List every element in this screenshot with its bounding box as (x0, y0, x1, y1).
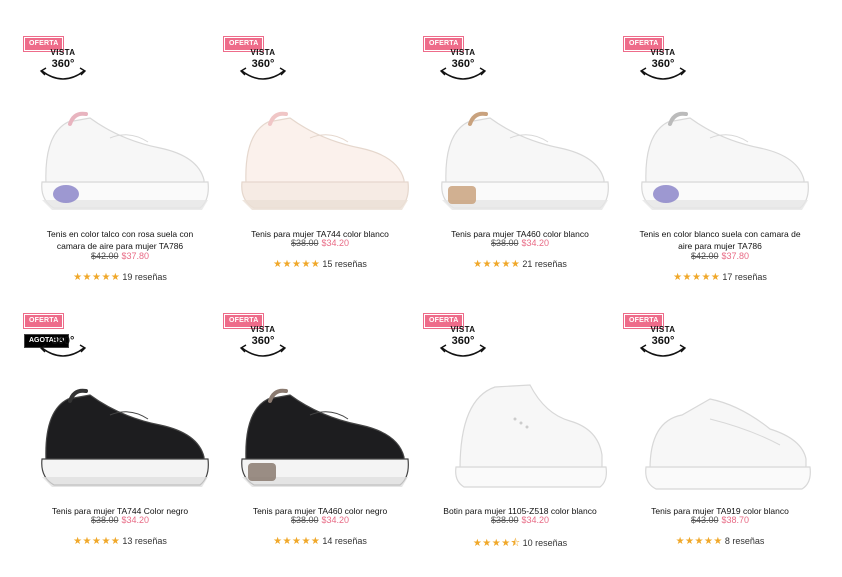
rating-row[interactable]: ★★★★⯪ 10 reseñas (420, 536, 620, 553)
old-price: $43.00 (690, 515, 719, 525)
view-360-top-label: VISTA (650, 48, 676, 57)
product-card[interactable]: OFERTA VISTA 360° Tenis para mujer TA460… (420, 30, 620, 300)
view-360-bottom-label: 360° (651, 335, 675, 347)
product-name[interactable]: Tenis en color talco con rosa suela con … (32, 228, 208, 252)
sale-price: $38.70 (721, 515, 750, 525)
sale-price: $37.80 (121, 251, 150, 261)
product-image[interactable] (220, 359, 420, 501)
view-360-top-label: VISTA (50, 48, 76, 57)
rating-row[interactable]: ★★★★★ 8 reseñas (620, 536, 820, 547)
view-360-top-label: VISTA (650, 325, 676, 334)
view-360-icon[interactable]: VISTA 360° (636, 48, 690, 82)
review-count: 8 reseñas (724, 536, 765, 546)
product-card[interactable]: OFERTA VISTA 360° Tenis en color blanco … (620, 30, 820, 300)
view-360-icon[interactable]: VISTA 360° (436, 48, 490, 82)
view-360-icon[interactable]: VISTA 360° (636, 325, 690, 359)
product-image[interactable] (20, 82, 220, 224)
product-image[interactable] (620, 359, 820, 501)
price-row: $38.00 $34.20 (420, 238, 620, 248)
rating-row[interactable]: ★★★★★ 13 reseñas (20, 536, 220, 547)
view-360-icon[interactable]: VISTA 360° (236, 325, 290, 359)
price-row: $43.00 $38.70 (620, 515, 820, 525)
star-rating-icon: ★★★★★ (673, 272, 721, 283)
star-rating-icon: ★★★★★ (73, 272, 121, 283)
review-count: 15 reseñas (322, 259, 367, 269)
star-rating-icon: ★★★★⯪ (472, 538, 521, 549)
price-row: $38.00 $34.20 (20, 515, 220, 525)
review-count: 17 reseñas (722, 272, 767, 282)
rating-row[interactable]: ★★★★★ 19 reseñas (20, 272, 220, 283)
sale-price: $34.20 (121, 515, 150, 525)
view-360-icon[interactable]: VISTA 360° (236, 48, 290, 82)
product-image[interactable] (420, 359, 620, 501)
star-rating-icon: ★★★★★ (675, 536, 723, 547)
product-name[interactable]: Tenis en color blanco suela con camara d… (632, 228, 808, 252)
sale-price: $37.80 (721, 251, 750, 261)
view-360-top-label: VISTA (250, 48, 276, 57)
price-row: $42.00 $37.80 (20, 251, 220, 261)
view-360-top-label: VISTA (450, 48, 476, 57)
view-360-bottom-label: 360° (451, 335, 475, 347)
view-360-bottom-label: 360° (51, 58, 75, 70)
review-count: 13 reseñas (122, 536, 167, 546)
old-price: $38.00 (90, 515, 119, 525)
old-price: $38.00 (490, 515, 519, 525)
sale-price: $34.20 (521, 238, 550, 248)
product-image[interactable] (220, 82, 420, 224)
view-360-top-label: VISTA (450, 325, 476, 334)
product-card[interactable]: OFERTA VISTA 360° Tenis para mujer TA744… (220, 30, 420, 300)
price-row: $38.00 $34.20 (420, 515, 620, 525)
old-price: $38.00 (290, 238, 319, 248)
old-price: $38.00 (490, 238, 519, 248)
star-rating-icon: ★★★★★ (273, 536, 321, 547)
review-count: 19 reseñas (122, 272, 167, 282)
old-price: $42.00 (690, 251, 719, 261)
view-360-top-label: VISTA (250, 325, 276, 334)
product-image[interactable] (620, 82, 820, 224)
sale-price: $34.20 (521, 515, 550, 525)
review-count: 14 reseñas (322, 536, 367, 546)
star-rating-icon: ★★★★★ (473, 259, 521, 270)
view-360-icon[interactable]: 360° (36, 325, 90, 359)
product-card[interactable]: OFERTA VISTA 360° Tenis para mujer TA460… (220, 307, 420, 577)
view-360-icon[interactable]: VISTA 360° (36, 48, 90, 82)
price-row: $42.00 $37.80 (620, 251, 820, 261)
product-image[interactable] (420, 82, 620, 224)
product-card[interactable]: OFERTA VISTA 360° Tenis en color talco c… (20, 30, 220, 300)
view-360-bottom-label: 360° (51, 335, 75, 347)
star-rating-icon: ★★★★★ (73, 536, 121, 547)
view-360-bottom-label: 360° (251, 335, 275, 347)
price-row: $38.00 $34.20 (220, 238, 420, 248)
view-360-bottom-label: 360° (651, 58, 675, 70)
review-count: 10 reseñas (522, 538, 568, 548)
product-grid: OFERTA VISTA 360° Tenis en color talco c… (0, 0, 842, 560)
rating-row[interactable]: ★★★★★ 14 reseñas (220, 536, 420, 547)
rating-row[interactable]: ★★★★★ 21 reseñas (420, 259, 620, 270)
view-360-bottom-label: 360° (251, 58, 275, 70)
price-row: $38.00 $34.20 (220, 515, 420, 525)
rating-row[interactable]: ★★★★★ 17 reseñas (620, 272, 820, 283)
star-rating-icon: ★★★★★ (273, 259, 321, 270)
product-card[interactable]: OFERTA VISTA 360° Botin para mujer 1105-… (420, 307, 620, 577)
product-image[interactable] (20, 359, 220, 501)
product-card[interactable]: OFERTA AGOTADO 360° Tenis para mujer TA7… (20, 307, 220, 577)
sale-price: $34.20 (321, 515, 350, 525)
old-price: $42.00 (90, 251, 119, 261)
view-360-bottom-label: 360° (451, 58, 475, 70)
review-count: 21 reseñas (522, 259, 567, 269)
old-price: $38.00 (290, 515, 319, 525)
sale-price: $34.20 (321, 238, 350, 248)
product-card[interactable]: OFERTA VISTA 360° Tenis para mujer TA919… (620, 307, 820, 577)
rating-row[interactable]: ★★★★★ 15 reseñas (220, 259, 420, 270)
view-360-icon[interactable]: VISTA 360° (436, 325, 490, 359)
